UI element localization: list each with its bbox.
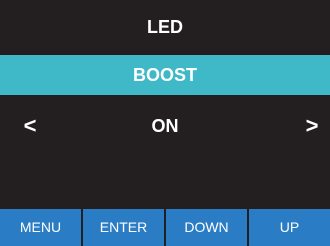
value-selector: ON < > <box>0 106 330 146</box>
current-value: ON <box>151 116 179 136</box>
device-screen: LED BOOST ON < > MENU ENTER DOWN UP <box>0 0 330 246</box>
chevron-right-icon[interactable]: > <box>300 106 324 146</box>
menu-button[interactable]: MENU <box>0 209 81 246</box>
up-button[interactable]: UP <box>249 209 330 246</box>
enter-button[interactable]: ENTER <box>83 209 164 246</box>
screen-title: LED <box>147 17 183 37</box>
chevron-left-icon[interactable]: < <box>18 106 42 146</box>
softkey-bar: MENU ENTER DOWN UP <box>0 209 330 246</box>
selected-menu-item[interactable]: BOOST <box>0 55 330 95</box>
down-button[interactable]: DOWN <box>166 209 247 246</box>
